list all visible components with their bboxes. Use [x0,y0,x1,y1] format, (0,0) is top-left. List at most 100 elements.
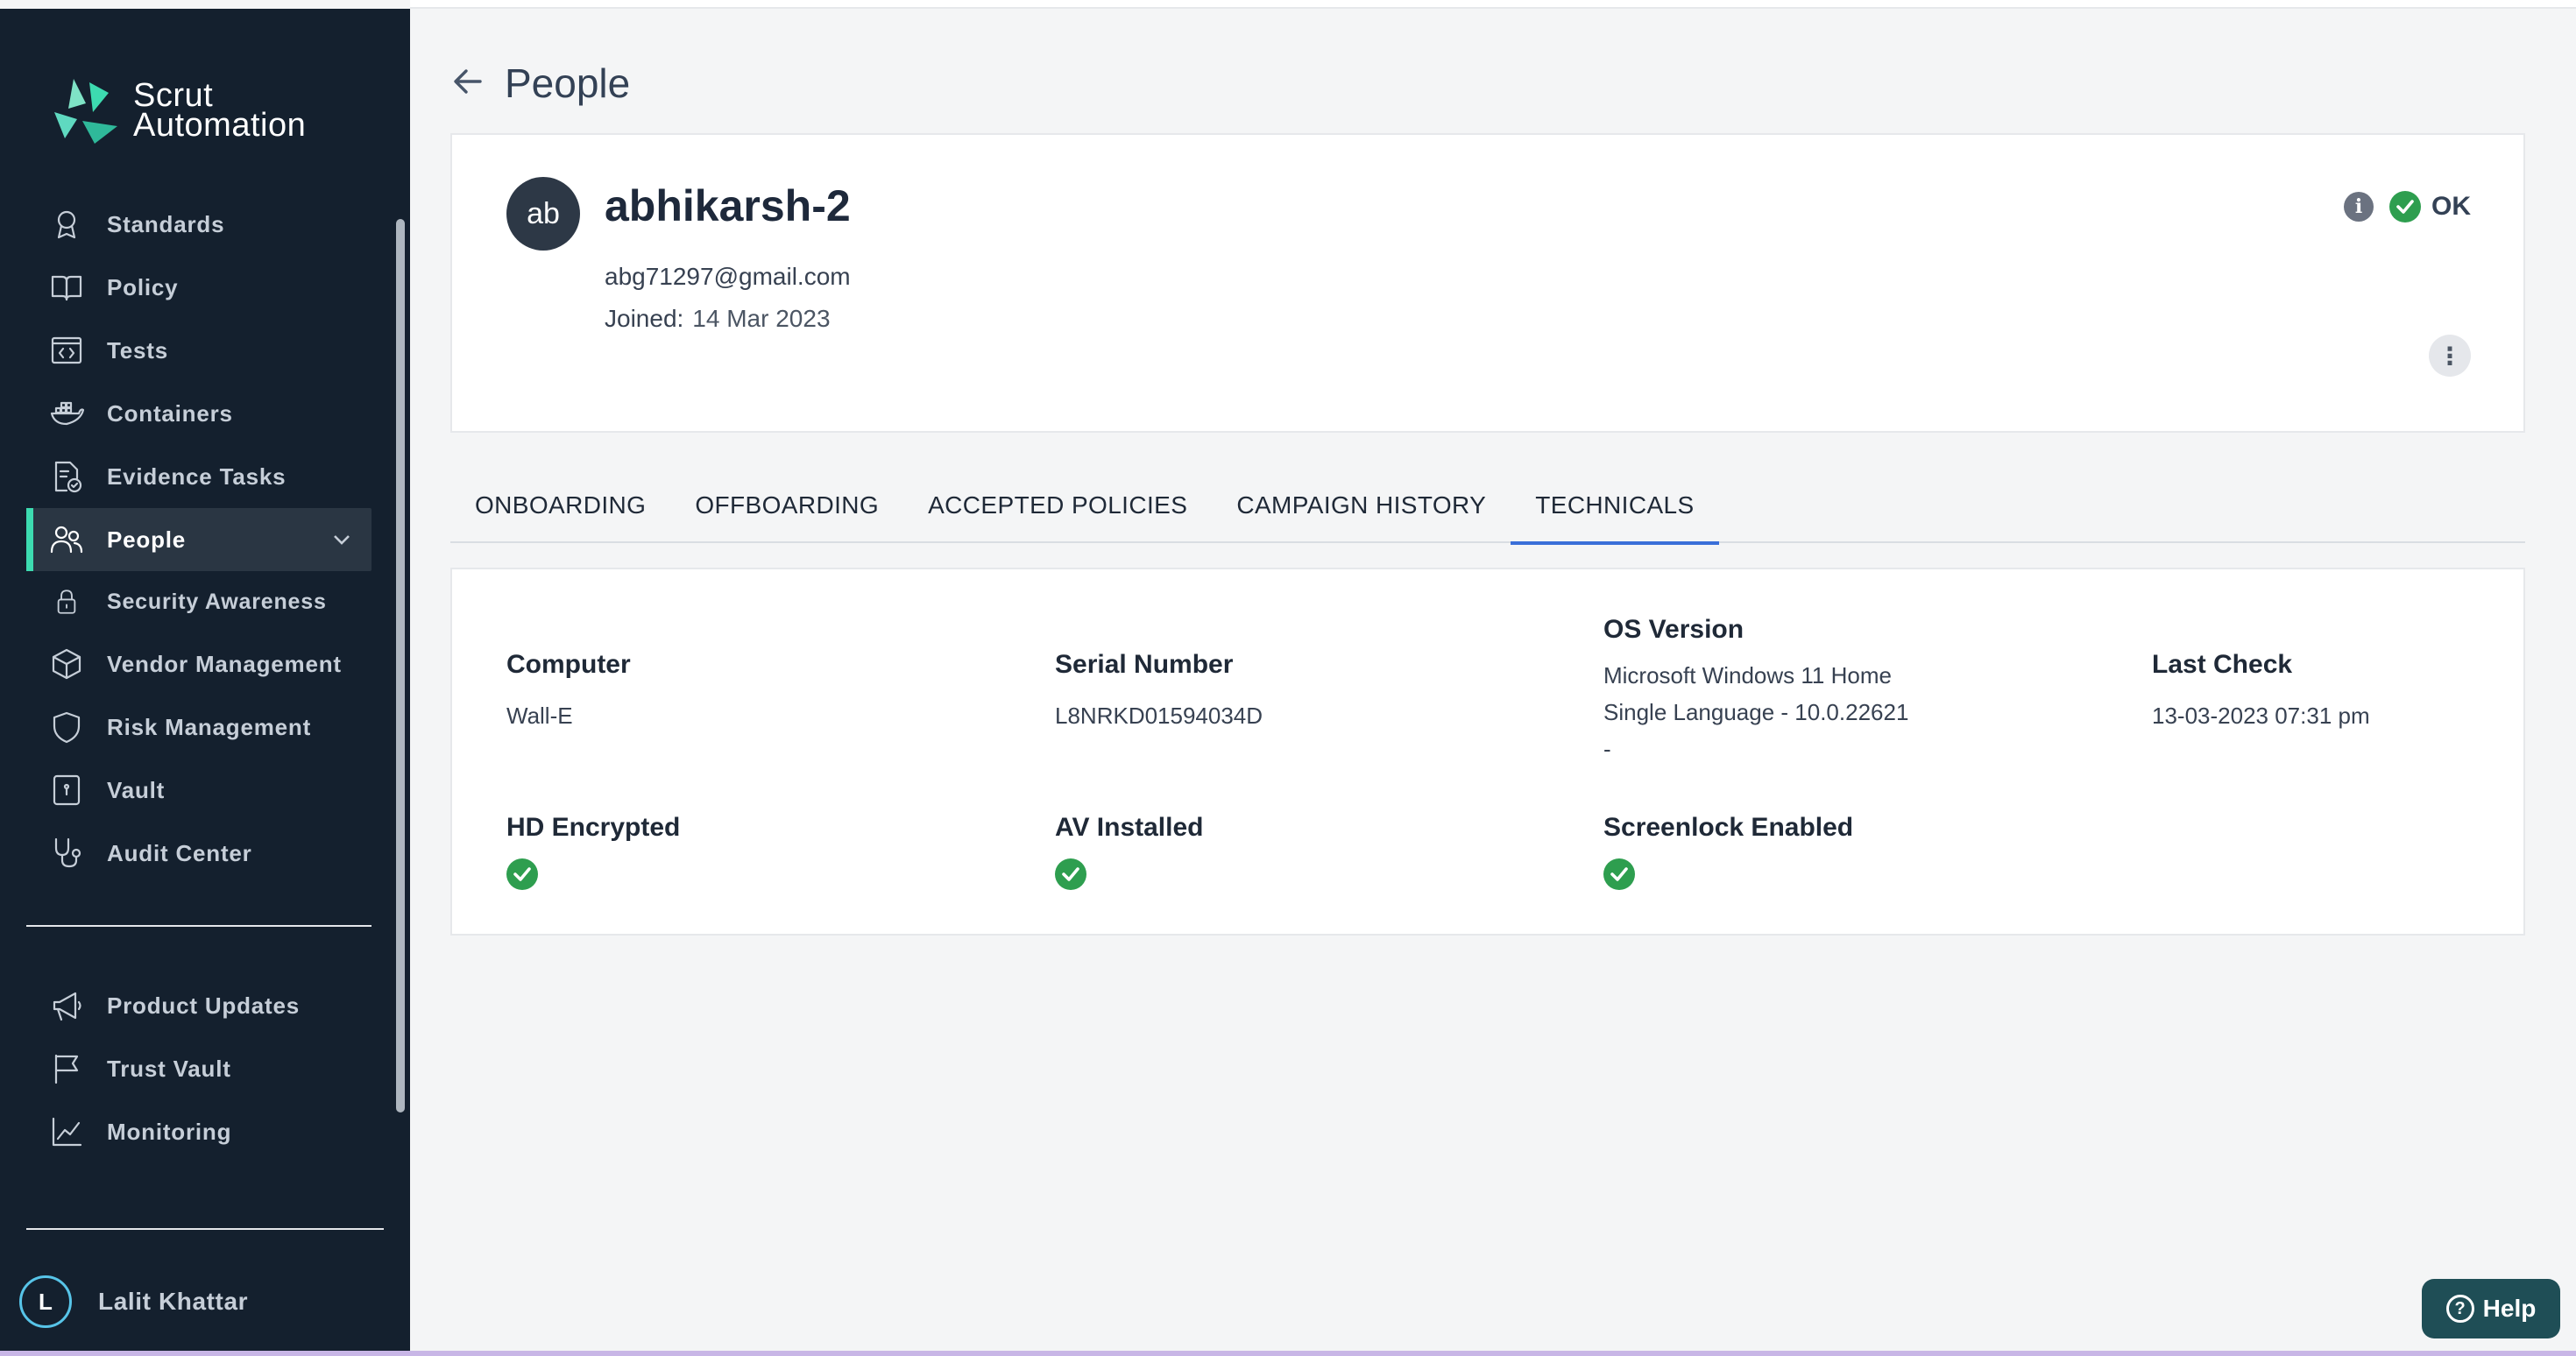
technicals-card: Computer Wall-E Serial Number L8NRKD0159… [450,568,2525,936]
info-icon[interactable]: i [2344,192,2374,222]
sidebar-item-people[interactable]: People [26,508,372,571]
box-icon [47,645,86,683]
person-name: abhikarsh-2 [605,181,851,230]
screenlock-enabled-field: Screenlock Enabled [1603,813,1853,894]
os-version-line: Microsoft Windows 11 Home [1603,662,1892,689]
award-icon [47,205,86,244]
sidebar-item-security-awareness[interactable]: Security Awareness [26,571,372,632]
sidebar-user-divider [26,1228,384,1230]
brand-logo[interactable]: Scrut Automation [47,74,306,147]
sidebar-item-policy[interactable]: Policy [26,256,372,319]
field-value: Wall-E [506,703,573,729]
sidebar-item-product-updates[interactable]: Product Updates [26,974,372,1037]
sidebar-item-label: Monitoring [107,1118,232,1145]
question-circle-icon: ? [2445,1295,2474,1323]
serial-number-field: Serial Number L8NRKD01594034D [1055,650,1263,734]
sidebar-nav: Standards Policy Tests Containers Eviden… [26,193,372,885]
field-label: OS Version [1603,615,1744,644]
field-label: Last Check [2152,650,2293,679]
hd-encrypted-field: HD Encrypted [506,813,680,894]
sidebar-item-label: Product Updates [107,992,301,1019]
tab-technicals[interactable]: TECHNICALS [1511,468,1719,545]
scrut-logo-icon [54,79,117,144]
sidebar-item-containers[interactable]: Containers [26,382,372,445]
status-text: OK [2431,192,2471,221]
sidebar-scrollbar[interactable] [396,219,405,1112]
top-bar [410,0,2576,9]
users-icon [47,520,86,559]
more-options-button[interactable]: ⋮ [2429,335,2471,377]
book-icon [47,268,86,307]
os-version-line: Single Language - 10.0.22621 [1603,699,1909,725]
sidebar-item-audit-center[interactable]: Audit Center [26,822,372,885]
sidebar-item-vault[interactable]: Vault [26,759,372,822]
sidebar-item-label: Security Awareness [107,589,327,614]
sidebar-item-evidence-tasks[interactable]: Evidence Tasks [26,445,372,508]
avatar: L [19,1275,72,1328]
sidebar-item-monitoring[interactable]: Monitoring [26,1100,372,1163]
joined-label: Joined: [605,305,684,332]
os-version-field: OS Version Microsoft Windows 11 Home Sin… [1603,615,1908,767]
back-arrow-icon[interactable] [450,64,485,103]
check-circle-icon [506,858,538,890]
task-document-icon [47,457,86,496]
sidebar-item-trust-vault[interactable]: Trust Vault [26,1037,372,1100]
os-version-line: - [1603,736,1611,762]
user-name: Lalit Khattar [98,1288,249,1315]
check-circle-icon [1055,858,1086,890]
help-button[interactable]: ? Help [2422,1279,2560,1338]
sidebar-item-vendor-management[interactable]: Vendor Management [26,632,372,696]
check-circle-icon [1603,858,1635,890]
field-value: 13-03-2023 07:31 pm [2152,703,2370,729]
tab-bar: ONBOARDING OFFBOARDING ACCEPTED POLICIES… [450,468,2525,545]
sidebar-item-standards[interactable]: Standards [26,193,372,256]
user-profile[interactable]: L Lalit Khattar [19,1275,248,1328]
status-badge: i OK [2344,191,2471,222]
flag-icon [47,1049,86,1088]
chevron-down-icon[interactable] [329,527,354,552]
tab-accepted-policies[interactable]: ACCEPTED POLICIES [903,468,1212,543]
code-window-icon [47,331,86,370]
brand-line2: Automation [133,107,307,144]
help-label: Help [2482,1295,2537,1322]
field-label: HD Encrypted [506,813,681,842]
field-label: Screenlock Enabled [1603,813,1854,842]
tab-offboarding[interactable]: OFFBOARDING [670,468,903,543]
sidebar-item-label: Vendor Management [107,650,342,677]
sidebar-item-label: Tests [107,336,168,364]
joined-value: 14 Mar 2023 [692,305,831,332]
brand-line1: Scrut [133,77,214,114]
window-bottom-edge [0,1351,2576,1356]
check-circle-icon [2389,191,2421,222]
field-label: AV Installed [1055,813,1204,842]
profile-card: ab abhikarsh-2 abg71297@gmail.com Joined… [450,133,2525,433]
sidebar-divider [26,925,372,927]
shield-icon [47,708,86,746]
sidebar-item-label: Standards [107,210,225,237]
kebab-menu-icon: ⋮ [2438,342,2462,370]
sidebar-item-label: Policy [107,273,179,300]
field-label: Computer [506,650,631,679]
avatar: ab [506,177,580,251]
sidebar-item-label: Audit Center [107,839,252,866]
sidebar-item-tests[interactable]: Tests [26,319,372,382]
lock-icon [47,583,86,621]
vault-icon [47,771,86,809]
sidebar-item-label: Evidence Tasks [107,463,287,490]
sidebar-item-label: Containers [107,399,233,427]
sidebar-item-label: People [107,526,187,553]
sidebar-item-risk-management[interactable]: Risk Management [26,696,372,759]
field-value: L8NRKD01594034D [1055,703,1263,729]
docker-icon [47,394,86,433]
sidebar-item-label: Risk Management [107,713,312,740]
stethoscope-icon [47,834,86,872]
megaphone-icon [47,986,86,1025]
sidebar-item-label: Trust Vault [107,1055,231,1082]
tab-onboarding[interactable]: ONBOARDING [450,468,670,543]
last-check-field: Last Check 13-03-2023 07:31 pm [2152,650,2370,734]
sidebar-item-label: Vault [107,776,166,803]
sidebar-secondary-nav: Product Updates Trust Vault Monitoring [26,974,372,1163]
field-label: Serial Number [1055,650,1234,679]
person-email: abg71297@gmail.com [605,263,851,290]
tab-campaign-history[interactable]: CAMPAIGN HISTORY [1212,468,1511,543]
